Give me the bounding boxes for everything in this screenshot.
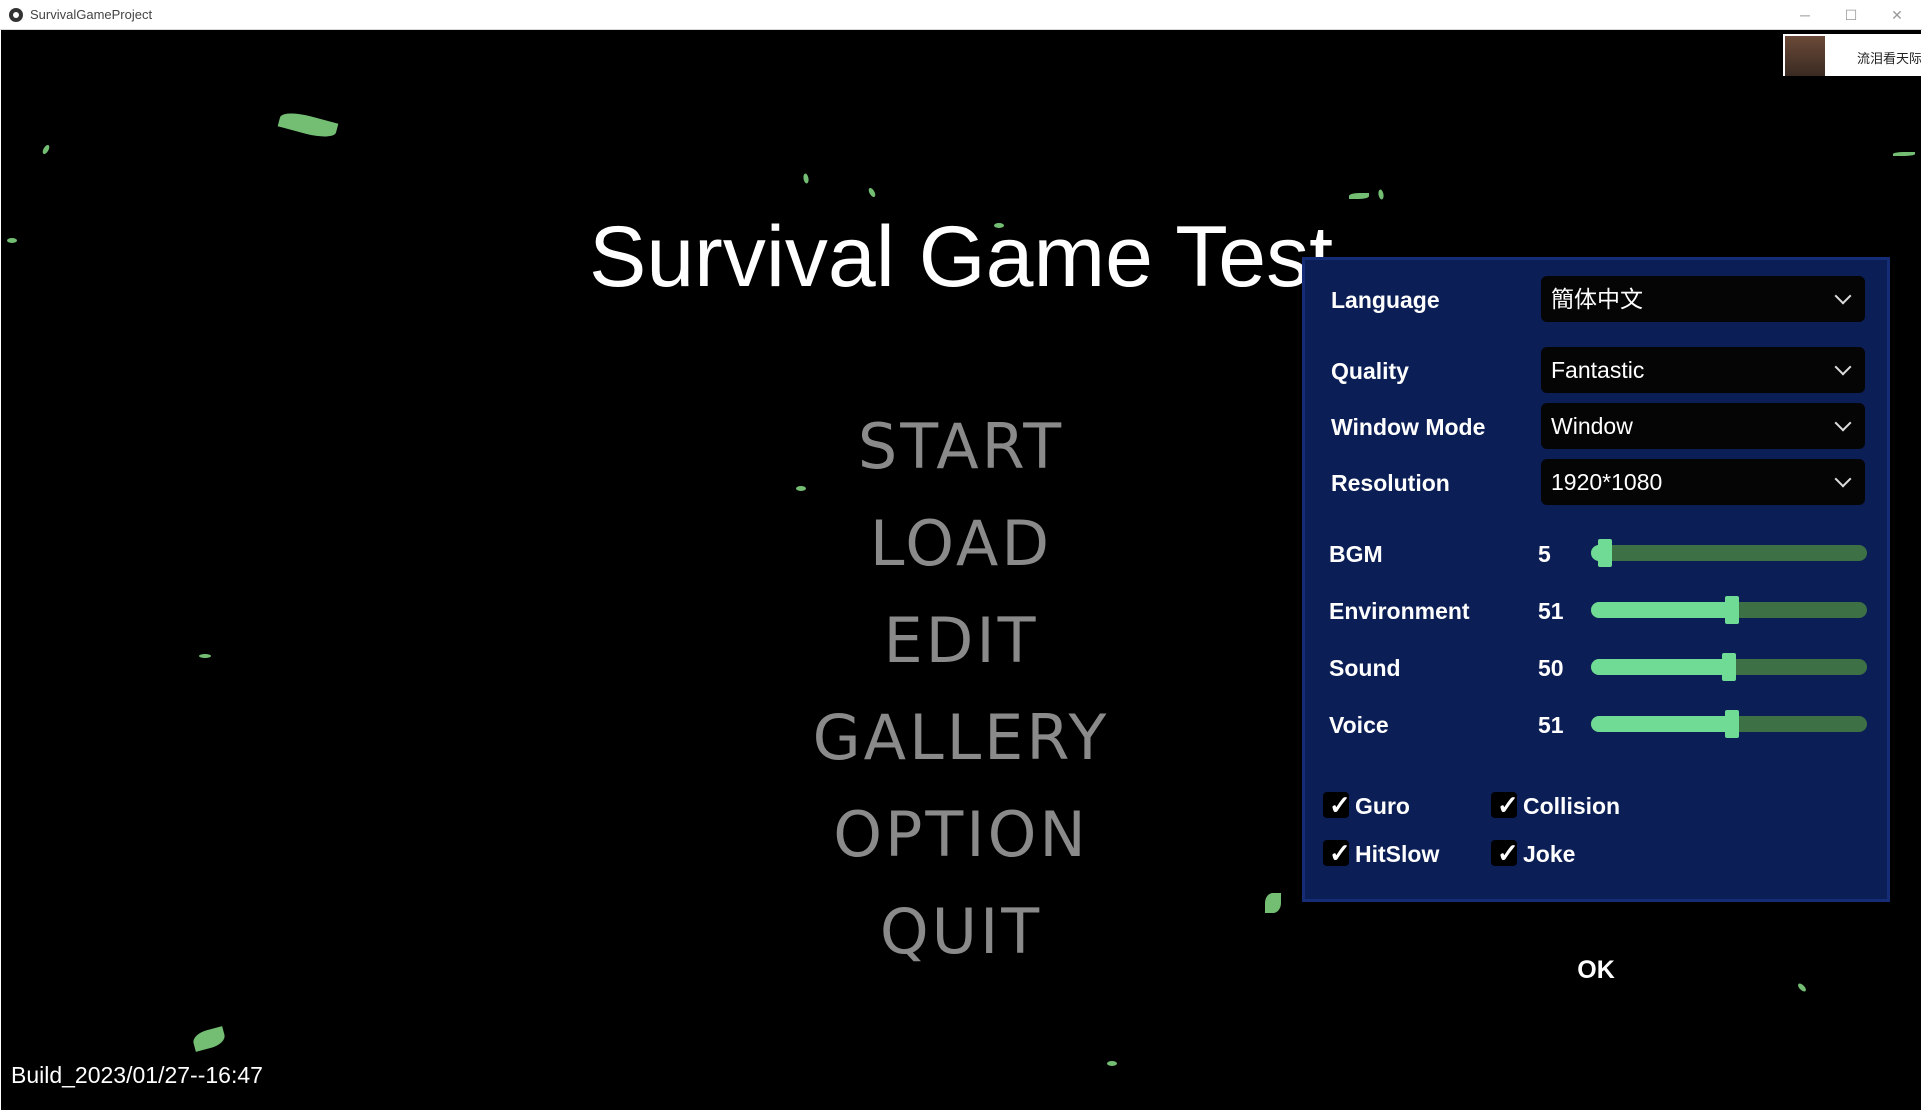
quality-value: Fantastic <box>1551 357 1645 383</box>
window-mode-value: Window <box>1551 413 1633 439</box>
chevron-down-icon <box>1835 347 1851 393</box>
menu-gallery-button[interactable]: GALLERY <box>761 698 1161 778</box>
voice-value: 51 <box>1538 712 1564 738</box>
language-label: Language <box>1331 287 1440 313</box>
check-icon: ✓ <box>1329 790 1351 820</box>
check-icon: ✓ <box>1497 790 1519 820</box>
leaf-decoration <box>191 1026 227 1052</box>
leaf-decoration <box>1893 152 1915 156</box>
ad-banner[interactable]: 流泪看天际 <box>1783 34 1921 76</box>
leaf-decoration <box>199 654 211 658</box>
minimize-icon[interactable]: ─ <box>1782 0 1828 30</box>
hitslow-label: HitSlow <box>1355 841 1440 867</box>
sound-slider-fill <box>1591 659 1729 675</box>
chevron-down-icon <box>1835 459 1851 505</box>
close-icon[interactable]: ✕ <box>1874 0 1920 30</box>
maximize-icon[interactable]: ☐ <box>1828 0 1874 30</box>
options-panel: Language 簡体中文 Quality Fantastic Window M… <box>1302 257 1890 902</box>
check-icon: ✓ <box>1329 838 1351 868</box>
game-viewport: Survival Game Test START LOAD EDIT GALLE… <box>1 30 1921 1110</box>
sound-label: Sound <box>1329 655 1401 681</box>
environment-value: 51 <box>1538 598 1564 624</box>
voice-slider[interactable] <box>1591 710 1867 738</box>
leaf-decoration <box>867 186 877 199</box>
window-mode-label: Window Mode <box>1331 414 1486 440</box>
bgm-slider[interactable] <box>1591 539 1867 567</box>
ad-text: 流泪看天际 <box>1857 51 1921 66</box>
environment-slider-handle[interactable] <box>1724 596 1739 624</box>
voice-slider-handle[interactable] <box>1724 710 1739 738</box>
window-mode-dropdown[interactable]: Window <box>1541 403 1865 449</box>
ad-thumbnail <box>1785 36 1825 76</box>
leaf-decoration <box>41 143 51 156</box>
ok-button[interactable]: OK <box>1561 950 1631 990</box>
window-titlebar: SurvivalGameProject ─ ☐ ✕ <box>0 0 1922 30</box>
leaf-decoration <box>1265 893 1281 913</box>
menu-start-button[interactable]: START <box>761 407 1161 487</box>
leaf-decoration <box>1107 1061 1117 1066</box>
collision-label: Collision <box>1523 793 1621 819</box>
bgm-label: BGM <box>1329 541 1383 567</box>
window-title: SurvivalGameProject <box>30 7 153 22</box>
leaf-decoration <box>1796 982 1808 993</box>
environment-label: Environment <box>1329 598 1470 624</box>
guro-checkbox[interactable]: ✓ <box>1323 790 1351 820</box>
sound-slider[interactable] <box>1591 653 1867 681</box>
menu-load-button[interactable]: LOAD <box>761 504 1161 584</box>
sound-slider-handle[interactable] <box>1722 653 1736 681</box>
menu-quit-button[interactable]: QUIT <box>761 892 1161 972</box>
leaf-decoration <box>1349 193 1369 199</box>
resolution-dropdown[interactable]: 1920*1080 <box>1541 459 1865 505</box>
voice-label: Voice <box>1329 712 1389 738</box>
collision-checkbox[interactable]: ✓ <box>1491 790 1519 820</box>
chevron-down-icon <box>1835 276 1851 322</box>
environment-slider[interactable] <box>1591 596 1867 624</box>
leaf-decoration <box>1377 189 1385 200</box>
sound-value: 50 <box>1538 655 1564 681</box>
joke-checkbox[interactable]: ✓ <box>1491 838 1519 868</box>
app-icon <box>9 8 23 22</box>
chevron-down-icon <box>1835 403 1851 449</box>
bgm-value: 5 <box>1538 541 1551 567</box>
quality-label: Quality <box>1331 358 1409 384</box>
leaf-decoration <box>802 173 810 184</box>
hitslow-checkbox[interactable]: ✓ <box>1323 838 1351 868</box>
voice-slider-fill <box>1591 716 1732 732</box>
menu-edit-button[interactable]: EDIT <box>761 601 1161 681</box>
bgm-slider-handle[interactable] <box>1597 539 1612 567</box>
leaf-decoration <box>277 108 339 142</box>
environment-slider-fill <box>1591 602 1732 618</box>
quality-dropdown[interactable]: Fantastic <box>1541 347 1865 393</box>
language-dropdown[interactable]: 簡体中文 <box>1541 276 1865 322</box>
joke-label: Joke <box>1523 841 1576 867</box>
check-icon: ✓ <box>1497 838 1519 868</box>
guro-label: Guro <box>1355 793 1410 819</box>
menu-option-button[interactable]: OPTION <box>761 795 1161 875</box>
resolution-value: 1920*1080 <box>1551 469 1663 495</box>
language-value: 簡体中文 <box>1551 286 1643 312</box>
resolution-label: Resolution <box>1331 470 1450 496</box>
build-version: Build_2023/01/27--16:47 <box>11 1062 263 1088</box>
